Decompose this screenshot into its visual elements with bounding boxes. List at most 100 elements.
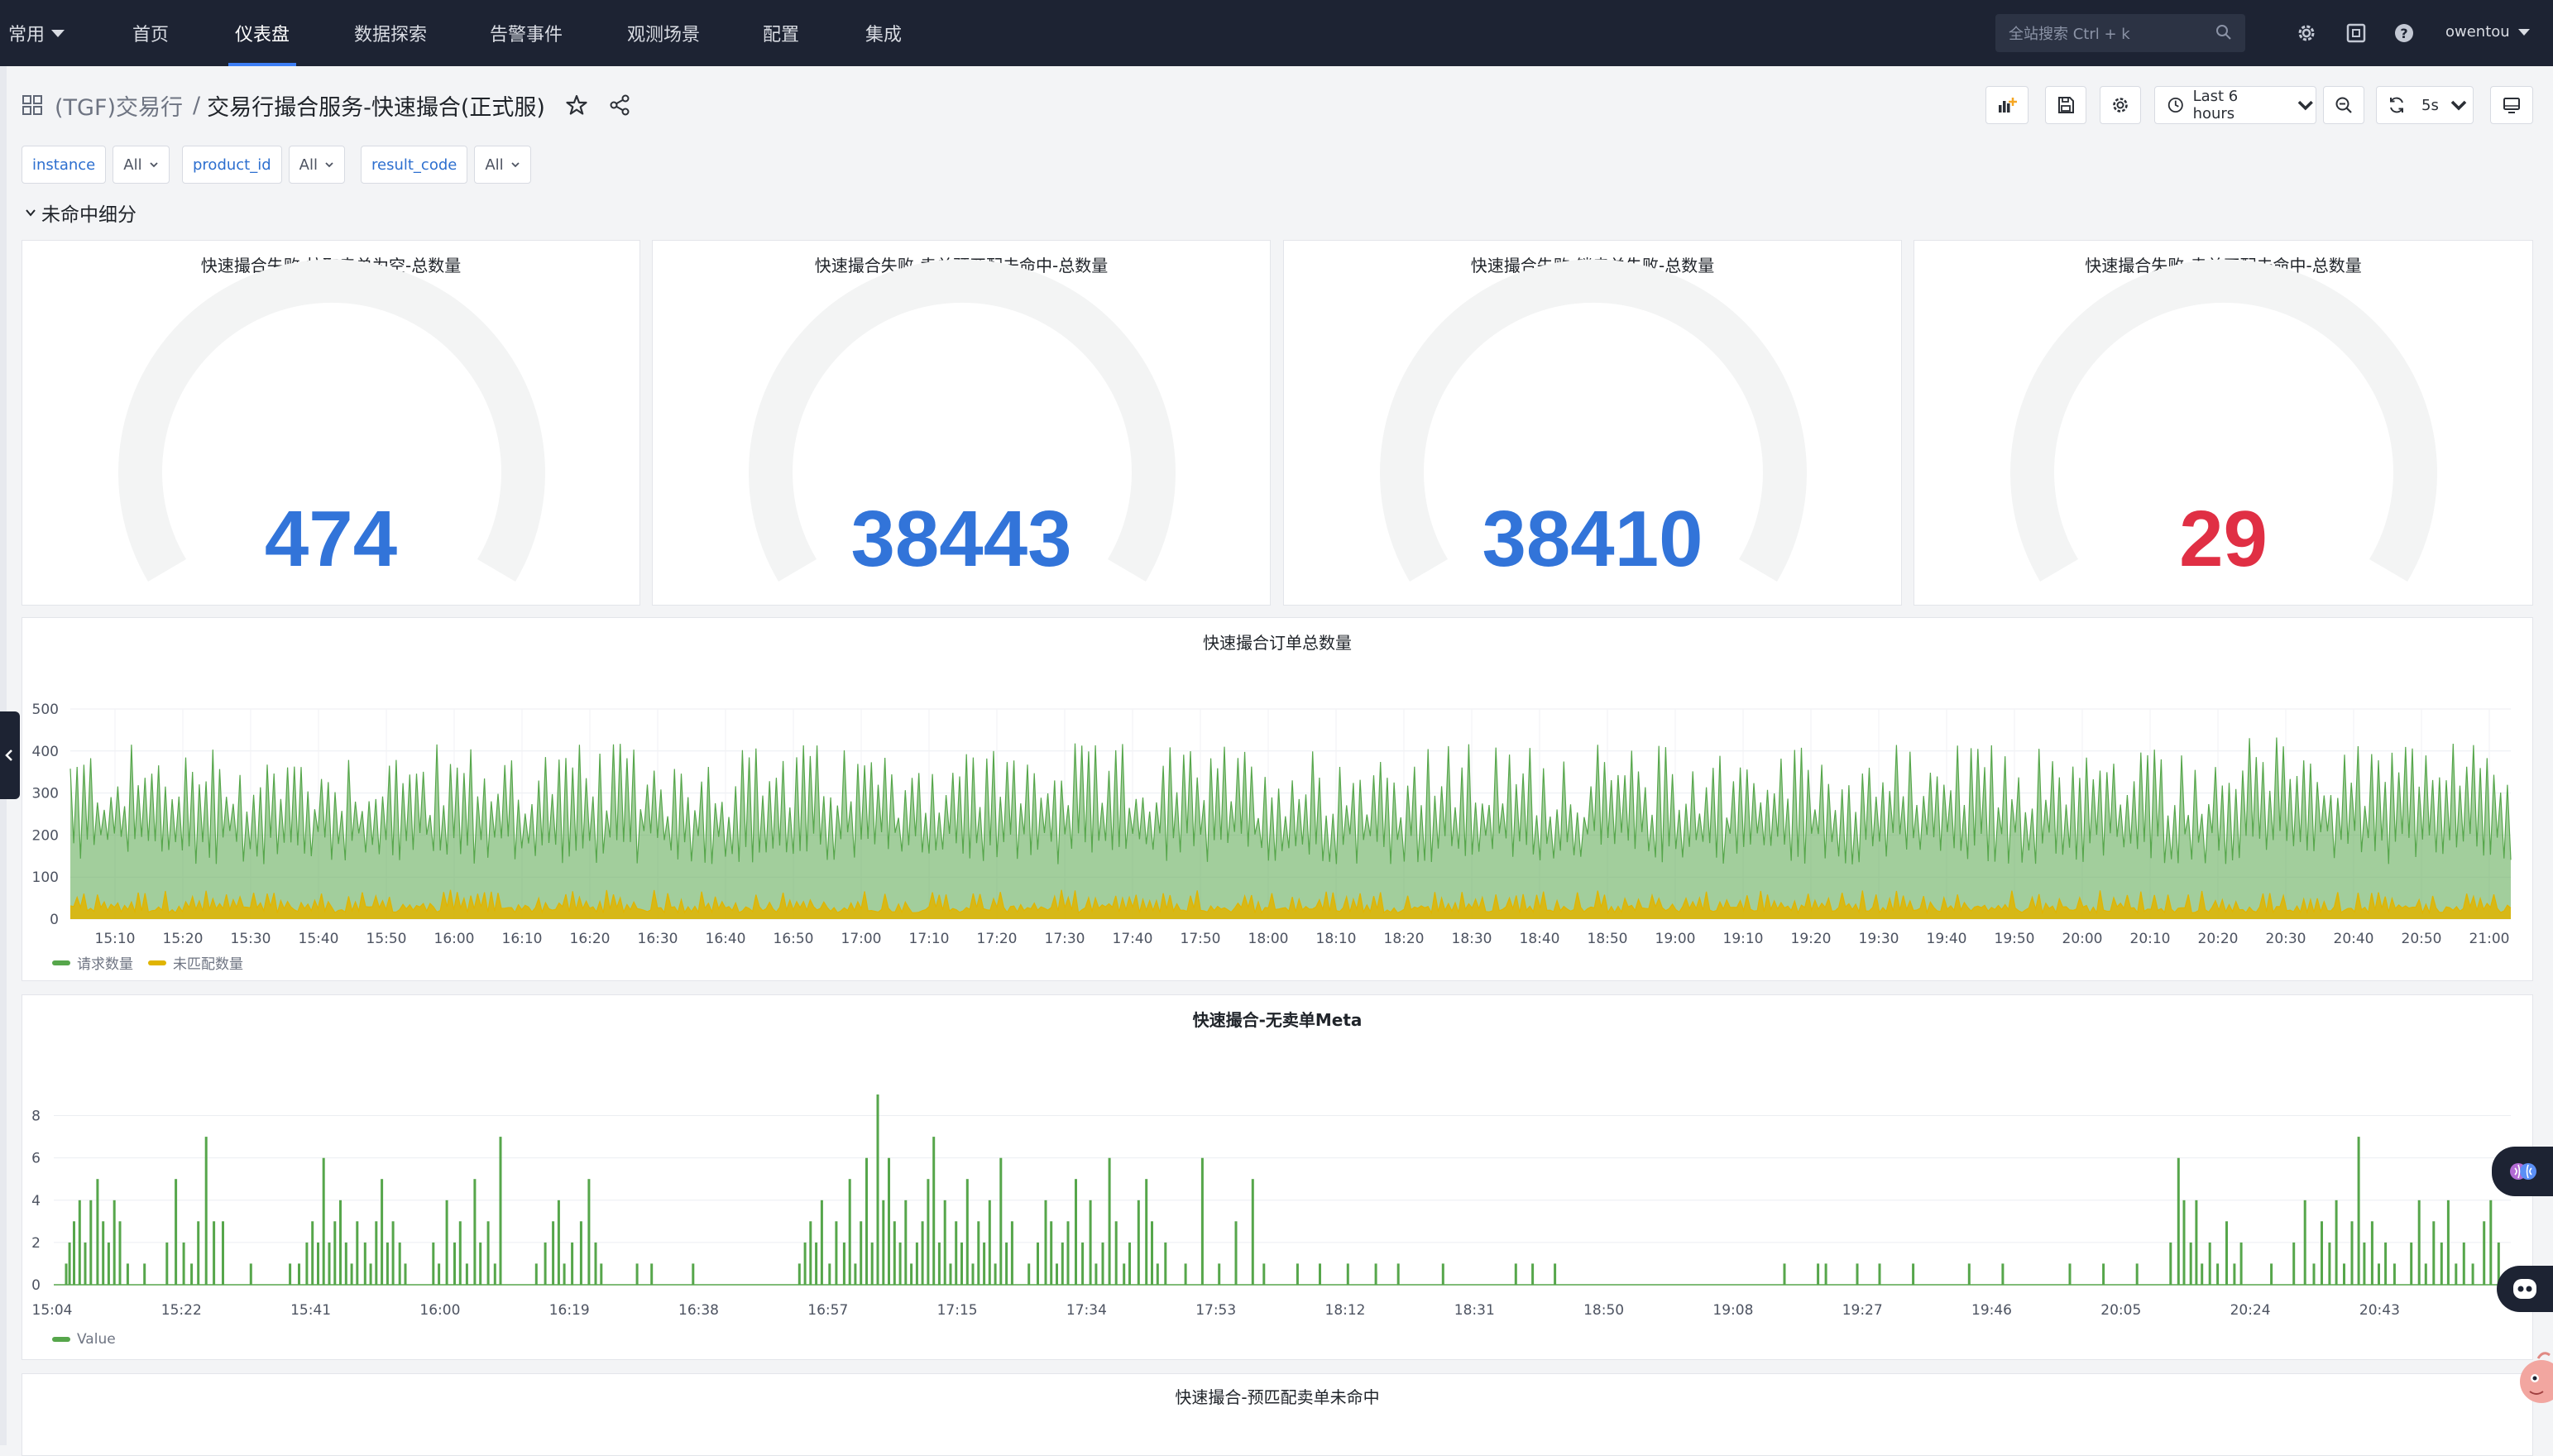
bar <box>1114 1221 1118 1285</box>
help-icon[interactable]: ? <box>2393 22 2416 45</box>
tv-mode-button[interactable] <box>2490 86 2533 124</box>
variable-select[interactable]: All <box>288 146 345 184</box>
y-tick-label: 400 <box>32 744 59 760</box>
common-menu-button[interactable]: 常用 <box>8 0 65 66</box>
bar <box>78 1200 81 1285</box>
bar <box>350 1263 353 1285</box>
bar <box>1374 1263 1377 1285</box>
chat-bot-button[interactable] <box>2497 1266 2553 1312</box>
bar <box>865 1157 868 1285</box>
add-panel-button[interactable] <box>1985 86 2029 124</box>
y-tick-label: 4 <box>31 1193 41 1209</box>
chart-legend: Value <box>52 1331 131 1348</box>
search-icon <box>2216 25 2231 40</box>
time-range-label: Last 6 hours <box>2192 88 2239 122</box>
y-tick-label: 500 <box>32 702 59 718</box>
nav-item-explore[interactable]: 数据探索 <box>354 0 427 66</box>
x-tick-label: 18:50 <box>1588 931 1628 947</box>
screenshot-icon[interactable] <box>2345 22 2368 45</box>
nav-item-home[interactable]: 首页 <box>132 0 169 66</box>
nav-item-alerts[interactable]: 告警事件 <box>490 0 563 66</box>
bar <box>937 1242 941 1285</box>
variable-select[interactable]: All <box>474 146 531 184</box>
bar <box>398 1242 401 1285</box>
variable-product-id: product_id All <box>182 146 345 184</box>
variable-select[interactable]: All <box>113 146 170 184</box>
x-tick-label: 20:50 <box>2402 931 2442 947</box>
bar <box>68 1242 71 1285</box>
save-dashboard-button[interactable] <box>2045 86 2086 124</box>
bar <box>932 1137 936 1285</box>
user-menu[interactable]: owentou <box>2445 23 2530 41</box>
bar <box>557 1200 560 1285</box>
bar <box>921 1221 924 1285</box>
bar <box>118 1221 122 1285</box>
legend-label: Value <box>77 1331 116 1348</box>
dashboard-settings-button[interactable] <box>2100 86 2141 124</box>
nav-item-config[interactable]: 配置 <box>763 0 799 66</box>
gauge-panel[interactable]: 快速撮合失败-拉取卖单为空-总数量 474 <box>22 240 640 606</box>
no-sell-meta-panel[interactable]: 快速撮合-无卖单Meta 0 2 4 6 8 15:04 15:22 15:41 16:00 16… <box>22 994 2533 1360</box>
prematch-miss-panel[interactable]: 快速撮合-预匹配卖单未命中 <box>22 1373 2533 1456</box>
bar <box>432 1242 435 1285</box>
x-tick-label: 16:00 <box>434 931 475 947</box>
bar <box>798 1263 801 1285</box>
breadcrumb-folder[interactable]: (TGF)交易行 <box>55 89 183 122</box>
row-collapse-toggle[interactable]: 未命中细分 <box>25 199 137 227</box>
nav-item-dashboard-label: 仪表盘 <box>235 25 290 46</box>
star-icon[interactable] <box>565 93 588 117</box>
x-tick-label: 16:30 <box>638 931 678 947</box>
bar <box>386 1242 389 1285</box>
y-tick-label: 0 <box>50 912 59 928</box>
nav-item-dashboard[interactable]: 仪表盘 <box>228 0 297 66</box>
y-tick-label: 200 <box>32 827 59 844</box>
bar <box>2417 1200 2421 1285</box>
save-icon <box>2058 97 2074 113</box>
bar <box>2303 1200 2306 1285</box>
bar <box>1075 1179 1077 1285</box>
gear-icon[interactable] <box>2295 22 2318 45</box>
nav-item-integrations[interactable]: 集成 <box>865 0 902 66</box>
global-search-input[interactable]: 全站搜索 Ctrl + k <box>1995 14 2245 52</box>
bar <box>2208 1242 2211 1285</box>
chevron-down-icon <box>511 162 520 168</box>
orders-total-chart: 0 100 200 300 400 500 15:10 15:20 15:30 15:40 15:5… <box>32 702 2512 947</box>
bar <box>1044 1200 1047 1285</box>
gauge-value: 29 <box>2179 495 2268 583</box>
gauge-panel[interactable]: 快速撮合失败-卖单预匹配未命中-总数量 38443 <box>652 240 1271 606</box>
ai-assistant-button[interactable] <box>2492 1147 2553 1196</box>
bar <box>1050 1221 1053 1285</box>
legend-item[interactable]: Value <box>52 1331 116 1348</box>
nav-item-scenes[interactable]: 观测场景 <box>627 0 700 66</box>
bar <box>898 1242 902 1285</box>
dashboard-grid-icon[interactable] <box>22 94 43 116</box>
bar <box>2201 1263 2204 1285</box>
time-range-picker[interactable]: Last 6 hours <box>2154 86 2316 124</box>
bar <box>1319 1263 1321 1285</box>
bar <box>1151 1221 1153 1285</box>
mascot-icon[interactable] <box>2517 1345 2553 1416</box>
share-icon[interactable] <box>608 93 631 117</box>
bar <box>499 1137 502 1285</box>
sidebar-toggle[interactable] <box>0 711 20 799</box>
bar <box>955 1221 958 1285</box>
zoom-out-button[interactable] <box>2323 86 2364 124</box>
y-tick-label: 100 <box>32 869 59 886</box>
bar <box>1817 1263 1820 1285</box>
legend-item[interactable]: 请求数量 <box>52 952 133 973</box>
bar <box>803 1242 807 1285</box>
x-tick-label: 15:22 <box>161 1302 202 1319</box>
bar <box>2432 1221 2436 1285</box>
bar <box>2424 1263 2427 1285</box>
refresh-picker[interactable]: 5s <box>2376 86 2474 124</box>
variable-result-code: result_code All <box>361 146 531 184</box>
orders-total-panel[interactable]: 快速撮合订单总数量 0 100 200 300 400 500 15:10 15:20 15:3… <box>22 617 2533 981</box>
bar <box>1137 1200 1140 1285</box>
x-tick-label: 19:27 <box>1842 1302 1883 1319</box>
gauge-panel[interactable]: 快速撮合失败-卖单匹配未命中-总数量 29 <box>1914 240 2533 606</box>
bar <box>2462 1242 2465 1285</box>
bar <box>473 1179 477 1285</box>
gauge-panel[interactable]: 快速撮合失败-锁卖单失败-总数量 38410 <box>1283 240 1902 606</box>
chart-legend: 请求数量 未匹配数量 <box>52 952 258 973</box>
legend-item[interactable]: 未匹配数量 <box>148 952 243 973</box>
